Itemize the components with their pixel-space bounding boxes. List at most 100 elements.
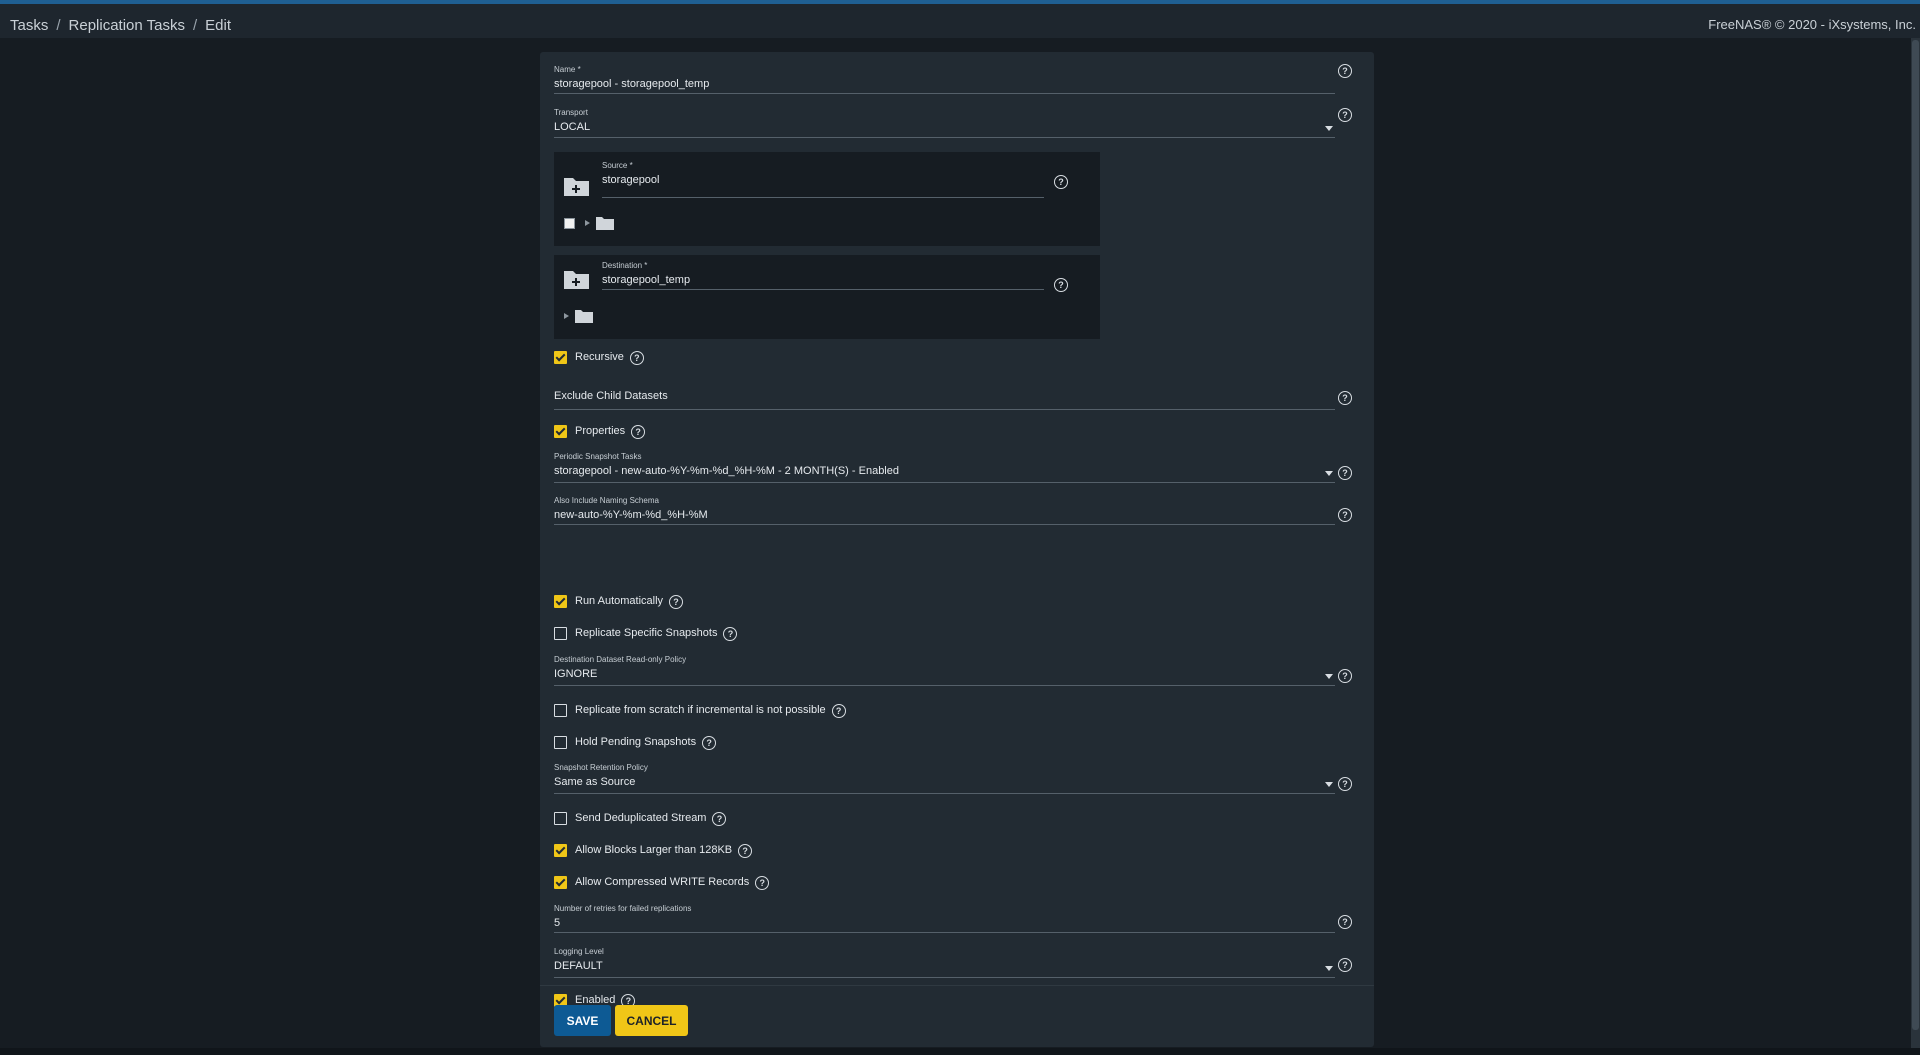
logging-label: Logging Level bbox=[554, 947, 604, 956]
retries-label: Number of retries for failed replication… bbox=[554, 904, 692, 913]
checkbox-checked[interactable] bbox=[554, 594, 567, 608]
naming-schema-input[interactable]: new-auto-%Y-%m-%d_%H-%M bbox=[554, 509, 1335, 523]
hold-pending-snapshots-checkbox[interactable]: Hold Pending Snapshots ? bbox=[554, 735, 717, 750]
help-icon[interactable]: ? bbox=[738, 844, 753, 858]
checkbox-checked[interactable] bbox=[554, 843, 567, 857]
help-icon[interactable]: ? bbox=[755, 876, 770, 890]
properties-checkbox[interactable]: Properties ? bbox=[554, 424, 646, 439]
checkbox-checked[interactable] bbox=[554, 875, 567, 889]
help-icon[interactable]: ? bbox=[1338, 669, 1352, 683]
triangle-right-icon[interactable] bbox=[585, 220, 590, 226]
retries-input[interactable]: 5 bbox=[554, 917, 1335, 931]
transport-underline bbox=[554, 137, 1335, 138]
naming-schema-label: Also Include Naming Schema bbox=[554, 496, 659, 505]
logging-value[interactable]: DEFAULT bbox=[554, 960, 1335, 974]
breadcrumb-tasks[interactable]: Tasks bbox=[10, 17, 48, 34]
caret-down-icon[interactable] bbox=[1325, 782, 1333, 787]
caret-down-icon[interactable] bbox=[1325, 966, 1333, 971]
retries-underline bbox=[554, 932, 1335, 933]
dedup-label: Send Deduplicated Stream bbox=[575, 812, 707, 824]
help-icon[interactable]: ? bbox=[712, 812, 727, 826]
checkbox-unchecked[interactable] bbox=[554, 811, 567, 825]
checkbox-unchecked[interactable] bbox=[554, 703, 567, 717]
logging-level-select[interactable]: Logging Level DEFAULT bbox=[554, 947, 1335, 978]
retention-label: Snapshot Retention Policy bbox=[554, 763, 648, 772]
send-deduplicated-stream-checkbox[interactable]: Send Deduplicated Stream ? bbox=[554, 811, 727, 826]
help-icon[interactable]: ? bbox=[1338, 108, 1352, 122]
destination-tree-node[interactable] bbox=[560, 309, 593, 323]
folder-plus-icon[interactable] bbox=[563, 269, 590, 290]
save-button[interactable]: SAVE bbox=[554, 1005, 611, 1036]
triangle-right-icon[interactable] bbox=[564, 313, 569, 319]
properties-label: Properties bbox=[575, 425, 626, 437]
replicate-specific-snapshots-checkbox[interactable]: Replicate Specific Snapshots ? bbox=[554, 626, 738, 641]
top-bar: Tasks / Replication Tasks / Edit FreeNAS® © … bbox=[0, 4, 1920, 38]
retention-value[interactable]: Same as Source bbox=[554, 776, 1335, 790]
periodic-underline bbox=[554, 482, 1335, 483]
help-icon[interactable]: ? bbox=[1338, 508, 1352, 522]
folder-plus-icon[interactable] bbox=[563, 176, 590, 197]
retries-field[interactable]: Number of retries for failed replication… bbox=[554, 904, 1335, 933]
help-icon[interactable]: ? bbox=[1338, 958, 1352, 972]
help-icon[interactable]: ? bbox=[1054, 175, 1068, 189]
allow-large-blocks-checkbox[interactable]: Allow Blocks Larger than 128KB ? bbox=[554, 843, 753, 858]
source-tree-node[interactable] bbox=[564, 216, 614, 230]
help-icon[interactable]: ? bbox=[831, 704, 846, 718]
recursive-checkbox[interactable]: Recursive ? bbox=[554, 350, 644, 365]
name-field[interactable]: Name * storagepool - storagepool_temp bbox=[554, 65, 1335, 94]
help-icon[interactable]: ? bbox=[1338, 915, 1352, 929]
hold-pending-label: Hold Pending Snapshots bbox=[575, 736, 697, 748]
help-icon[interactable]: ? bbox=[669, 595, 684, 609]
help-icon[interactable]: ? bbox=[1338, 466, 1352, 480]
transport-value[interactable]: LOCAL bbox=[554, 121, 1335, 135]
source-input[interactable]: storagepool bbox=[602, 174, 1044, 186]
tree-checkbox[interactable] bbox=[564, 217, 575, 229]
destination-explorer: Destination * storagepool_temp ? bbox=[554, 255, 1100, 339]
folder-icon bbox=[575, 310, 593, 323]
large-blocks-label: Allow Blocks Larger than 128KB bbox=[575, 844, 733, 856]
transport-select[interactable]: Transport LOCAL bbox=[554, 108, 1335, 138]
naming-schema-underline bbox=[554, 524, 1335, 525]
caret-down-icon[interactable] bbox=[1325, 674, 1333, 679]
destination-field[interactable]: Destination * storagepool_temp bbox=[602, 261, 1044, 290]
logging-underline bbox=[554, 977, 1335, 978]
checkbox-unchecked[interactable] bbox=[554, 626, 567, 640]
exclude-child-datasets-label: Exclude Child Datasets bbox=[554, 390, 668, 402]
run-automatically-checkbox[interactable]: Run Automatically ? bbox=[554, 594, 684, 609]
help-icon[interactable]: ? bbox=[702, 736, 717, 750]
from-scratch-label: Replicate from scratch if incremental is… bbox=[575, 704, 826, 716]
help-icon[interactable]: ? bbox=[1054, 278, 1068, 292]
cancel-button[interactable]: CANCEL bbox=[615, 1005, 688, 1036]
destination-input[interactable]: storagepool_temp bbox=[602, 274, 1044, 286]
help-icon[interactable]: ? bbox=[1338, 777, 1352, 791]
checkbox-checked[interactable] bbox=[554, 350, 567, 364]
checkbox-unchecked[interactable] bbox=[554, 735, 567, 749]
periodic-label: Periodic Snapshot Tasks bbox=[554, 452, 642, 461]
caret-down-icon[interactable] bbox=[1325, 126, 1333, 131]
readonly-policy-value[interactable]: IGNORE bbox=[554, 668, 1335, 682]
breadcrumb-replication-tasks[interactable]: Replication Tasks bbox=[69, 17, 185, 34]
periodic-snapshot-tasks-select[interactable]: Periodic Snapshot Tasks storagepool - ne… bbox=[554, 452, 1335, 483]
retention-underline bbox=[554, 793, 1335, 794]
readonly-policy-underline bbox=[554, 685, 1335, 686]
checkbox-checked[interactable] bbox=[554, 424, 567, 438]
exclude-child-datasets-field[interactable]: Exclude Child Datasets bbox=[554, 390, 1335, 410]
transport-label: Transport bbox=[554, 108, 588, 117]
caret-down-icon[interactable] bbox=[1325, 471, 1333, 476]
allow-compressed-write-checkbox[interactable]: Allow Compressed WRITE Records ? bbox=[554, 875, 770, 890]
readonly-policy-select[interactable]: Destination Dataset Read-only Policy IGN… bbox=[554, 655, 1335, 686]
scrollbar-thumb[interactable] bbox=[1912, 40, 1919, 1030]
help-icon[interactable]: ? bbox=[1338, 391, 1352, 405]
help-icon[interactable]: ? bbox=[1338, 64, 1352, 78]
retention-policy-select[interactable]: Snapshot Retention Policy Same as Source bbox=[554, 763, 1335, 794]
copyright-text: FreeNAS® © 2020 - iXsystems, Inc. bbox=[1708, 17, 1916, 32]
naming-schema-field[interactable]: Also Include Naming Schema new-auto-%Y-%… bbox=[554, 496, 1335, 525]
help-icon[interactable]: ? bbox=[631, 425, 646, 439]
name-input[interactable]: storagepool - storagepool_temp bbox=[554, 78, 1335, 92]
source-field[interactable]: Source * storagepool bbox=[602, 161, 1044, 198]
replicate-from-scratch-checkbox[interactable]: Replicate from scratch if incremental is… bbox=[554, 703, 846, 718]
help-icon[interactable]: ? bbox=[629, 351, 644, 365]
help-icon[interactable]: ? bbox=[723, 627, 738, 641]
vertical-scrollbar[interactable] bbox=[1911, 38, 1920, 1048]
periodic-value[interactable]: storagepool - new-auto-%Y-%m-%d_%H-%M - … bbox=[554, 465, 1335, 479]
